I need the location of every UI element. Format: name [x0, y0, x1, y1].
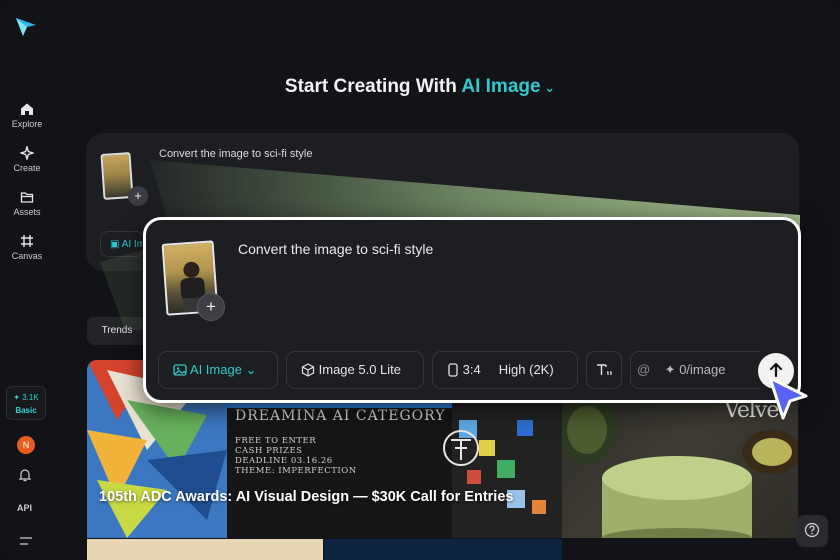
sidebar-item-assets[interactable]: Assets: [0, 190, 54, 217]
mode-selector-label: AI Image: [461, 76, 541, 97]
poster-line: THEME: IMPERFECTION: [235, 466, 357, 476]
mode-selector[interactable]: AI Image ⌄: [461, 76, 555, 97]
menu-icon[interactable]: [19, 536, 33, 546]
text-icon: [597, 364, 612, 375]
canvas-icon: [21, 235, 33, 247]
poster-line: FREE TO ENTER: [235, 436, 317, 446]
reference-counter[interactable]: @ ✦ 0/image: [630, 351, 760, 389]
avatar[interactable]: N: [17, 436, 35, 454]
sidebar-item-canvas[interactable]: Canvas: [0, 234, 54, 261]
adc-logo: [443, 430, 479, 466]
question-icon: [804, 522, 820, 538]
sidebar-item-label: Assets: [13, 207, 41, 217]
sidebar-item-create[interactable]: Create: [0, 146, 54, 173]
chevron-down-icon: ⌄: [245, 362, 257, 377]
prompt-text-small: Convert the image to sci-fi style: [159, 148, 313, 160]
title-prefix: Start Creating With: [284, 76, 457, 97]
chip-label: AI Im: [121, 239, 144, 250]
image-icon: ▣: [110, 239, 120, 250]
sparkle-icon: ✦: [664, 362, 676, 377]
mode-dropdown-label: AI Image: [189, 362, 242, 377]
mode-dropdown[interactable]: AI Image ⌄: [158, 351, 278, 389]
poster-title: DREAMINA AI CATEGORY: [235, 408, 446, 424]
mention-icon: @: [637, 362, 651, 377]
folder-icon: [20, 192, 34, 203]
credits-amount: 3.1K: [22, 393, 39, 402]
model-label: Image 5.0 Lite: [318, 362, 402, 377]
credits-badge[interactable]: ✦ 3.1K Basic: [6, 386, 46, 420]
ratio-quality-selector[interactable]: 3:4 High (2K): [432, 351, 578, 389]
plan-label: Basic: [15, 406, 37, 415]
home-icon: [21, 103, 33, 115]
card-caption: 105th ADC Awards: AI Visual Design — $30…: [99, 489, 514, 505]
model-selector[interactable]: Image 5.0 Lite: [286, 351, 424, 389]
ai-image-chip-small[interactable]: ▣ AI Im: [100, 231, 144, 257]
gallery-card-row2-middle[interactable]: [324, 539, 562, 560]
prompt-panel: + Convert the image to sci-fi style AI I…: [143, 217, 801, 403]
ratio-label: 3:4: [462, 362, 481, 377]
app-logo[interactable]: [14, 16, 38, 38]
add-image-button[interactable]: +: [197, 293, 225, 321]
poster-details: FREE TO ENTER CASH PRIZES DEADLINE 03.16…: [235, 436, 357, 476]
prompt-input[interactable]: Convert the image to sci-fi style: [238, 241, 433, 257]
app-window: Explore Create Assets Canvas ✦ 3.1K Basi…: [0, 0, 840, 560]
add-image-button-small[interactable]: +: [128, 186, 148, 206]
help-button[interactable]: [796, 515, 828, 547]
sidebar-item-label: Canvas: [11, 251, 43, 261]
poster-line: CASH PRIZES: [235, 446, 303, 456]
prompt-toolbar: AI Image ⌄ Image 5.0 Lite 3:4 High (2K): [158, 351, 794, 389]
tab-trends[interactable]: Trends: [87, 317, 147, 345]
sidebar-item-label: Explore: [11, 119, 43, 129]
image-icon: [173, 364, 187, 376]
credits-star-icon: ✦: [13, 393, 20, 402]
sidebar-item-label: Create: [13, 163, 41, 173]
page-title: Start Creating With AI Image ⌄: [0, 76, 840, 98]
mouse-cursor-icon: [768, 376, 808, 420]
quality-label: High (2K): [498, 362, 554, 377]
gallery-card-row2-left[interactable]: [87, 539, 323, 560]
text-style-button[interactable]: [586, 351, 622, 389]
reference-count-label: 0/image: [679, 362, 726, 377]
chevron-down-icon: ⌄: [540, 80, 556, 95]
sidebar-item-explore[interactable]: Explore: [0, 102, 54, 129]
aspect-ratio-icon: [448, 363, 458, 377]
bell-icon[interactable]: [18, 468, 32, 482]
cube-icon: [301, 363, 315, 377]
sparkle-icon: [20, 146, 34, 160]
api-link[interactable]: API: [17, 503, 32, 513]
poster-line: DEADLINE 03.16.26: [235, 456, 333, 466]
